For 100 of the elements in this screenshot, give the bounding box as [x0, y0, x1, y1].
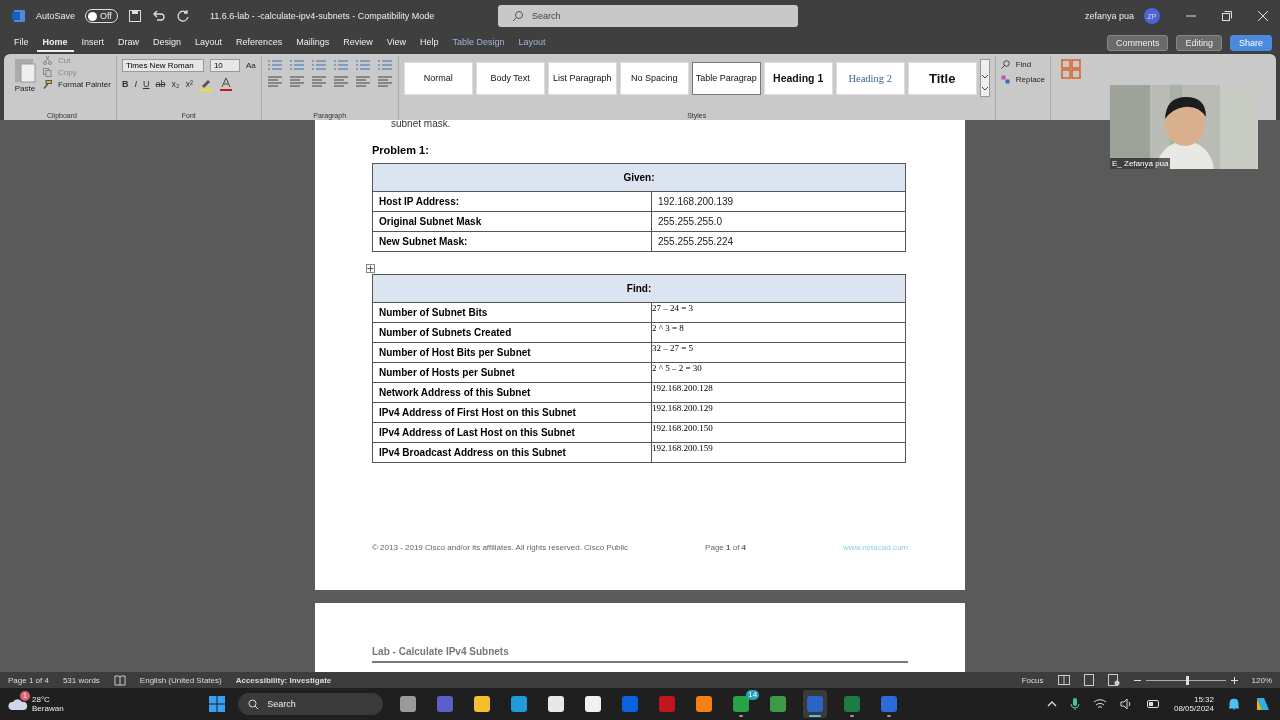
participant-name: E_ Zefanya pua: [1110, 158, 1171, 169]
undo-icon[interactable]: [151, 9, 166, 23]
style-tile[interactable]: Heading 2: [835, 61, 905, 95]
autosave-label: AutoSave: [36, 11, 76, 21]
font-name-field[interactable]: Times New Roman: [121, 59, 204, 72]
replace-button[interactable]: Replace: [1015, 75, 1046, 84]
wifi-icon[interactable]: [1092, 698, 1107, 710]
table-cell: 255.255.255.224: [651, 231, 906, 252]
search-icon: [511, 10, 524, 22]
accessibility-status[interactable]: Accessibility: Investigate: [235, 675, 332, 685]
search-icon[interactable]: [1000, 60, 1010, 69]
change-case-button[interactable]: Aa: [245, 61, 256, 70]
font-color-icon[interactable]: [218, 77, 233, 91]
zoom-level[interactable]: 120%: [1251, 675, 1272, 685]
focus-button[interactable]: Focus: [1021, 675, 1044, 685]
menu-tab[interactable]: Table Design: [446, 34, 511, 52]
menu-tab[interactable]: Insert: [75, 34, 111, 52]
table-header: Find:: [372, 274, 906, 303]
format-button[interactable]: x₂: [171, 79, 180, 89]
menu-tab[interactable]: File: [8, 34, 35, 52]
table-cell: 32 – 27 = 5: [651, 342, 906, 363]
header-button[interactable]: Editing: [1176, 35, 1222, 51]
menu-tab[interactable]: Help: [414, 34, 445, 52]
table-cell: 192.168.200.159: [651, 442, 906, 463]
style-tile[interactable]: Body Text: [475, 61, 545, 95]
clock-time[interactable]: 15:32: [1193, 695, 1214, 704]
table-cell: 192.168.200.150: [651, 422, 906, 443]
body-text: subnet mask.: [391, 120, 452, 128]
format-painter-button[interactable]: Format Painter: [58, 80, 111, 89]
start-icon[interactable]: [209, 696, 226, 712]
table-cell: Original Subnet Mask: [372, 211, 652, 232]
highlight-icon[interactable]: [198, 77, 213, 91]
redo-icon[interactable]: [175, 9, 190, 23]
font-size-field[interactable]: 10: [209, 59, 240, 72]
cloud-icon[interactable]: [8, 697, 28, 711]
format-button[interactable]: ab: [155, 79, 166, 89]
user-name: zefanya pua: [1084, 11, 1134, 21]
menu-tab[interactable]: Design: [147, 34, 188, 52]
menu-tab[interactable]: Draw: [112, 34, 146, 52]
table-cell: 192.168.200.139: [651, 191, 906, 212]
taskbar-search[interactable]: Search: [238, 693, 384, 715]
menu-tab[interactable]: Layout: [189, 34, 229, 52]
battery-icon[interactable]: [1146, 699, 1161, 709]
replace-icon[interactable]: [1000, 75, 1010, 84]
menu-tab[interactable]: References: [230, 34, 289, 52]
menu-tab[interactable]: View: [380, 34, 413, 52]
table-cell: Network Address of this Subnet: [372, 382, 652, 403]
document-title: 11.6.6-lab - -calculate-ipv4-subnets - Compatibility Mode: [209, 11, 436, 21]
format-button[interactable]: I: [134, 79, 137, 89]
table-cell: 27 – 24 = 3: [651, 302, 906, 323]
chevron-icon[interactable]: [1046, 701, 1057, 707]
menu-tab[interactable]: Layout: [512, 34, 552, 52]
page-count: Page 1 of 4: [8, 675, 49, 685]
clipboard-icon[interactable]: [13, 56, 37, 84]
notification-badge: 14: [746, 690, 760, 700]
table-cell: IPv4 Broadcast Address on this Subnet: [372, 442, 652, 463]
language-status[interactable]: English (United States): [139, 675, 222, 685]
search-icon: [248, 698, 260, 710]
table-cell: 255.255.255.0: [651, 211, 906, 232]
menu-tab[interactable]: Home: [36, 34, 74, 52]
table-cell: 2 ^ 5 – 2 = 30: [651, 362, 906, 383]
table-cell: 192.168.200.128: [651, 382, 906, 403]
table-cell: Number of Subnet Bits: [372, 302, 652, 323]
style-tile[interactable]: List Paragraph: [547, 61, 617, 95]
restore-icon[interactable]: [1222, 11, 1232, 21]
weather-condition: Berawan: [32, 704, 64, 713]
clock-date[interactable]: 08/05/2024: [1173, 704, 1214, 713]
menu-tab[interactable]: Review: [337, 34, 379, 52]
find-button[interactable]: Find: [1015, 60, 1032, 69]
read-mode-icon[interactable]: [1057, 675, 1070, 685]
header-button[interactable]: Comments: [1106, 35, 1169, 51]
close-icon[interactable]: [1258, 11, 1268, 21]
style-tile[interactable]: Table Paragrap: [691, 61, 761, 95]
zoom-slider-thumb[interactable]: [1185, 675, 1189, 685]
table-cell: IPv4 Address of Last Host on this Subnet: [372, 422, 652, 443]
web-layout-icon[interactable]: [1107, 674, 1120, 686]
format-button[interactable]: x²: [185, 79, 193, 89]
table-cell: New Subnet Mask:: [372, 231, 652, 252]
search-field[interactable]: Search: [497, 5, 798, 27]
style-tile[interactable]: Heading 1: [763, 61, 833, 95]
print-layout-icon[interactable]: [1083, 674, 1094, 686]
word-logo-icon: [12, 9, 26, 23]
brush-icon[interactable]: [43, 80, 52, 89]
book-icon[interactable]: [113, 674, 126, 686]
table-cell: IPv4 Address of First Host on this Subnet: [372, 402, 652, 423]
bell-icon[interactable]: [1227, 697, 1241, 711]
scroll-arrows-icon[interactable]: [979, 59, 990, 97]
paste-button[interactable]: Paste: [14, 84, 36, 93]
table-cell: Number of Hosts per Subnet: [372, 362, 652, 383]
save-icon[interactable]: [127, 9, 142, 23]
microphone-icon[interactable]: [1069, 697, 1080, 711]
style-tile[interactable]: Title: [907, 61, 977, 95]
style-tile[interactable]: Normal: [403, 61, 473, 95]
format-button[interactable]: U: [142, 79, 150, 89]
style-tile[interactable]: No Spacing: [619, 61, 689, 95]
menu-tab[interactable]: Mailings: [290, 34, 336, 52]
zoom-in-icon[interactable]: [1230, 676, 1238, 684]
table-cell: Number of Subnets Created: [372, 322, 652, 343]
table-handle-icon[interactable]: [366, 264, 375, 273]
format-button[interactable]: B: [121, 79, 129, 89]
